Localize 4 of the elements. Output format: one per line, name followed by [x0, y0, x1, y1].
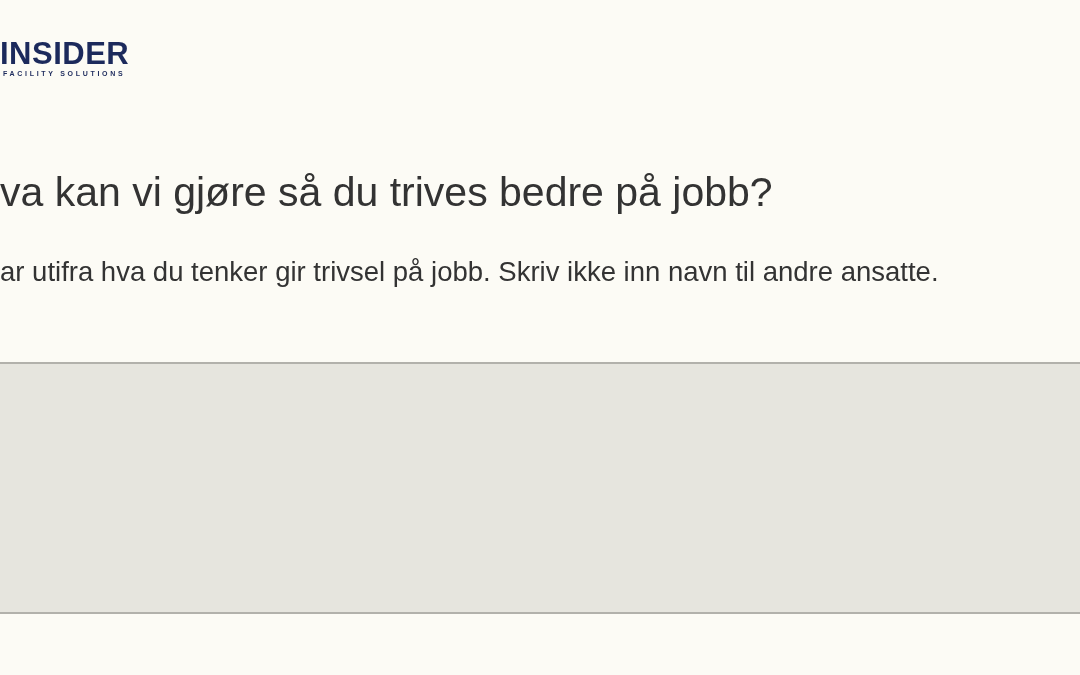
question-title: va kan vi gjøre så du trives bedre på jobb? — [0, 168, 774, 216]
logo-wordmark: INSIDER — [0, 40, 130, 68]
question-description: ar utifra hva du tenker gir trivsel på jobb. Skriv ikke inn navn til andre ansatte. — [0, 256, 940, 288]
answer-box[interactable] — [0, 362, 1080, 614]
